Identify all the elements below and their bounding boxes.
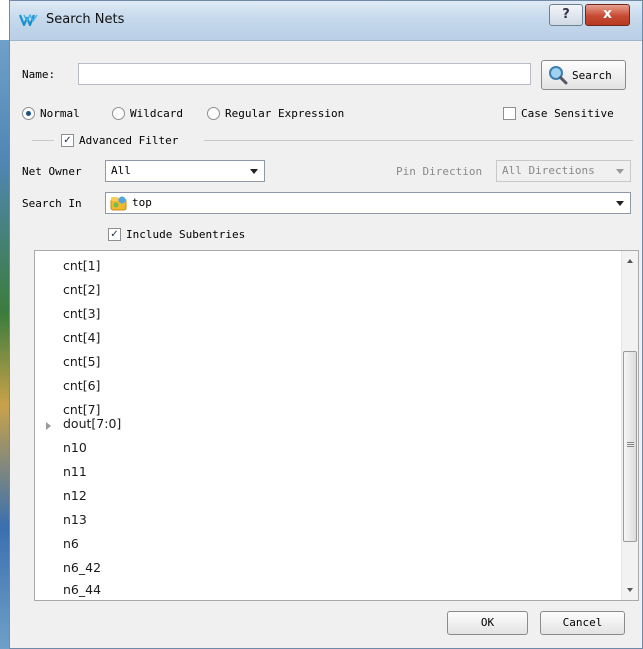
list-item-label: cnt[3]: [63, 306, 101, 321]
name-label: Name:: [22, 68, 56, 81]
pin-direction-label: Pin Direction: [396, 165, 483, 178]
list-item-label: cnt[1]: [63, 258, 101, 273]
include-subentries-label: Include Subentries: [126, 228, 246, 241]
net-owner-select[interactable]: All: [105, 160, 265, 182]
name-input[interactable]: [78, 63, 531, 85]
expand-arrow-icon[interactable]: [46, 422, 51, 430]
window-title: Search Nets: [46, 12, 125, 27]
radio-regular-expression[interactable]: [207, 107, 220, 120]
scroll-up-icon[interactable]: [627, 259, 633, 263]
module-folder-icon: [110, 196, 127, 211]
list-item-label: cnt[4]: [63, 330, 101, 345]
advanced-filter-checkbox[interactable]: ✓: [61, 134, 74, 147]
chevron-down-icon: [616, 201, 624, 206]
search-nets-dialog: Search Nets ? x Name: Search Normal Wild…: [9, 0, 643, 649]
close-button[interactable]: x: [585, 4, 630, 26]
search-button-label: Search: [572, 69, 612, 82]
title-bar[interactable]: Search Nets ? x: [10, 1, 642, 41]
cancel-button-label: Cancel: [562, 616, 603, 629]
grip-icon: [627, 442, 634, 447]
magnifier-icon: [549, 66, 568, 85]
gowin-logo-icon: [19, 14, 38, 27]
list-item-label: n13: [63, 512, 87, 527]
group-line-right: [204, 140, 633, 141]
net-owner-value: All: [111, 164, 131, 177]
search-in-select[interactable]: top: [105, 192, 631, 214]
include-subentries-checkbox[interactable]: ✓: [108, 228, 121, 241]
list-item-label: n6_42: [63, 560, 102, 575]
scroll-thumb[interactable]: [623, 351, 637, 542]
scroll-down-icon[interactable]: [627, 588, 633, 592]
ok-button-label: OK: [480, 616, 495, 629]
radio-normal[interactable]: [22, 107, 35, 120]
background-window-edge: [0, 40, 9, 649]
list-item-label: n12: [63, 488, 87, 503]
list-item-label: n6_44: [63, 582, 102, 597]
list-item-label: cnt[5]: [63, 354, 101, 369]
list-item-label: n10: [63, 440, 87, 455]
case-sensitive-checkbox[interactable]: [503, 107, 516, 120]
results-list[interactable]: cnt[1] cnt[2] cnt[3] cnt[4] cnt[5] cnt[6…: [34, 250, 639, 601]
vertical-scrollbar[interactable]: [621, 251, 638, 600]
search-button[interactable]: Search: [541, 60, 626, 90]
search-in-value: top: [132, 196, 152, 209]
chevron-down-icon: [250, 169, 258, 174]
list-item-label: n11: [63, 464, 87, 479]
case-sensitive-label: Case Sensitive: [521, 107, 614, 120]
list-item-label: cnt[7]: [63, 402, 101, 417]
radio-regular-expression-label: Regular Expression: [225, 107, 345, 120]
chevron-down-icon: [616, 169, 624, 174]
list-item-label: cnt[2]: [63, 282, 101, 297]
close-icon: x: [602, 6, 613, 22]
pin-direction-value: All Directions: [502, 164, 595, 177]
cancel-button[interactable]: Cancel: [540, 611, 625, 635]
help-icon: ?: [562, 7, 570, 22]
list-item-label: cnt[6]: [63, 378, 101, 393]
group-line-left: [32, 140, 54, 141]
advanced-filter-label: Advanced Filter: [79, 134, 179, 147]
radio-normal-label: Normal: [40, 107, 80, 120]
pin-direction-select[interactable]: All Directions: [496, 160, 631, 182]
radio-wildcard-label: Wildcard: [130, 107, 183, 120]
search-in-label: Search In: [22, 197, 82, 210]
net-owner-label: Net Owner: [22, 165, 82, 178]
help-button[interactable]: ?: [549, 4, 583, 26]
list-item-label: dout[7:0]: [63, 416, 122, 431]
radio-wildcard[interactable]: [112, 107, 125, 120]
ok-button[interactable]: OK: [447, 611, 528, 635]
list-item-label: n6: [63, 536, 79, 551]
